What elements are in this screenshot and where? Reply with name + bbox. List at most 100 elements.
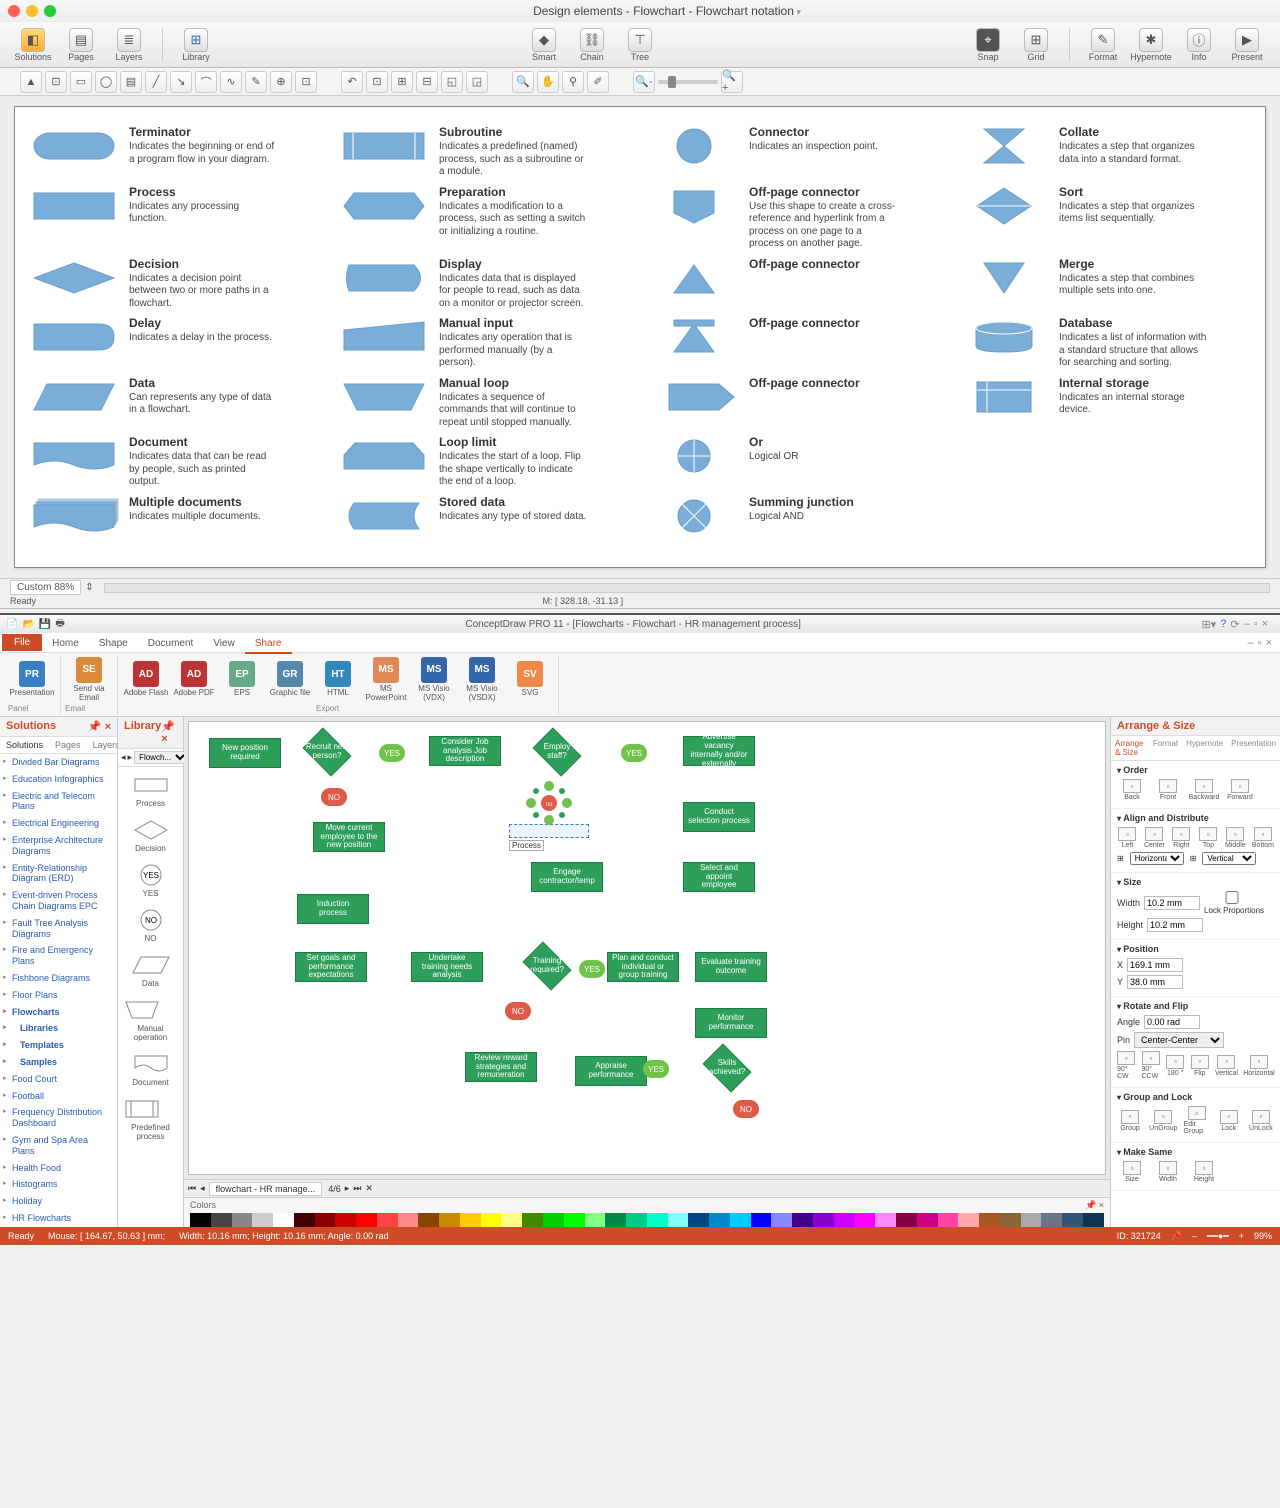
present-button[interactable]: ▶Present [1224,28,1270,62]
zoom-dropdown[interactable]: Custom 88% [10,580,81,595]
solution-fishbone-diagrams[interactable]: Fishbone Diagrams [0,970,117,987]
rect-tool[interactable]: ▭ [70,71,92,93]
grouplock-row-unlock[interactable]: ▫UnLock [1248,1110,1274,1132]
design-canvas[interactable]: TerminatorIndicates the beginning or end… [14,106,1266,568]
grid-button[interactable]: ⊞Grid [1013,28,1059,62]
node-conduct-selection-proces[interactable]: Conduct selection process [683,802,755,832]
library-shape-manual-operation[interactable]: Manual operation [120,996,181,1048]
angle-input[interactable] [1144,1015,1200,1029]
ellipse-tool[interactable]: ◯ [95,71,117,93]
align-row-center[interactable]: ▫Center [1144,827,1165,849]
front-button[interactable]: ◱ [441,71,463,93]
hand-tool[interactable]: ✋ [537,71,559,93]
order-row-backward[interactable]: ▫Backward [1189,779,1219,801]
grouplock-row-group[interactable]: ▫Group [1117,1110,1143,1132]
doc-min-icon[interactable]: – [1248,637,1254,649]
solution-football[interactable]: Football [0,1088,117,1105]
undo-button[interactable]: ↶ [341,71,363,93]
swatch[interactable] [1083,1213,1104,1227]
page-last-icon[interactable]: ⏭ [353,1183,361,1194]
pin-select[interactable]: Center-Center [1134,1032,1224,1048]
order-row-front[interactable]: ▫Front [1153,779,1183,801]
quick-new-icon[interactable]: 📄 [6,619,18,630]
swatch[interactable] [813,1213,834,1227]
solution-education-infographics[interactable]: Education Infographics [0,771,117,788]
align-row-top[interactable]: ▫Top [1198,827,1219,849]
swatch[interactable] [688,1213,709,1227]
node-evaluate-training-outcom[interactable]: Evaluate training outcome [695,952,767,982]
swatch[interactable] [896,1213,917,1227]
arrange-tab-format[interactable]: Format [1149,736,1182,760]
ribbon-eps[interactable]: EPEPS [218,655,266,704]
arc-tool[interactable]: ⌒ [195,71,217,93]
quick-save-icon[interactable]: 💾 [39,619,51,630]
format-painter[interactable]: ✐ [587,71,609,93]
solutions-button[interactable]: ◧Solutions [10,28,56,62]
stamp-tool[interactable]: ⊕ [270,71,292,93]
swatch[interactable] [1000,1213,1021,1227]
solution-histograms[interactable]: Histograms [0,1176,117,1193]
solution-electric-and-telecom-plans[interactable]: Electric and Telecom Plans [0,788,117,816]
rotflip-row-horizontal[interactable]: ▫Horizontal [1244,1055,1274,1077]
solution-fault-tree-analysis-diagrams[interactable]: Fault Tree Analysis Diagrams [0,915,117,943]
page-first-icon[interactable]: ⏮ [188,1183,196,1194]
order-row-forward[interactable]: ▫Forward [1225,779,1255,801]
menu-shape[interactable]: Shape [89,635,138,652]
node-appraise-performance[interactable]: Appraise performance [575,1056,647,1086]
diagram-canvas[interactable]: Process no New position requiredRecruit … [188,721,1106,1175]
solutions-tab-pages[interactable]: Pages [49,737,87,753]
swatch[interactable] [979,1213,1000,1227]
swatch[interactable] [605,1213,626,1227]
ribbon-presentation[interactable]: PRPresentation [8,655,56,704]
swatch[interactable] [668,1213,689,1227]
ribbon-svg[interactable]: SVSVG [506,655,554,704]
solution-hr-flowcharts[interactable]: HR Flowcharts [0,1210,117,1227]
redo-button[interactable]: ⊡ [366,71,388,93]
swatch[interactable] [917,1213,938,1227]
back-button[interactable]: ◲ [466,71,488,93]
spline-tool[interactable]: ∿ [220,71,242,93]
close-icon[interactable] [8,5,20,17]
page-tab[interactable]: flowchart - HR manage... [209,1182,323,1196]
solution-sub-samples[interactable]: Samples [0,1054,117,1071]
swatch[interactable] [730,1213,751,1227]
grouplock-row-ungroup[interactable]: ▫UnGroup [1149,1110,1177,1132]
node-employ-staff-[interactable]: Employ staff? [529,732,585,772]
ungroup-button[interactable]: ⊟ [416,71,438,93]
node-training-required-[interactable]: Training required? [519,946,575,986]
help-icon[interactable]: ? [1220,618,1226,631]
swatch[interactable] [232,1213,253,1227]
solution-food-court[interactable]: Food Court [0,1071,117,1088]
node-new-position-required[interactable]: New position required [209,738,281,768]
smart-button[interactable]: ◆Smart [521,28,567,62]
h-scrollbar[interactable] [104,583,1270,593]
swatch[interactable] [543,1213,564,1227]
status-zoom-out[interactable]: – [1192,1231,1197,1242]
quick-print-icon[interactable]: 🖶 [55,616,64,633]
order-row-back[interactable]: ▫Back [1117,779,1147,801]
node-review-reward-strategies[interactable]: Review reward strategies and remuneratio… [465,1052,537,1082]
rotflip-row-vertical[interactable]: ▫Vertical [1215,1055,1238,1077]
swatch[interactable] [1041,1213,1062,1227]
swatch[interactable] [1021,1213,1042,1227]
ribbon-ms-visio-vdx-[interactable]: MSMS Visio (VDX) [410,655,458,704]
node-consider-job-analysis-jo[interactable]: Consider Job analysis Job description [429,736,501,766]
ribbon-adobe-pdf[interactable]: ADAdobe PDF [170,655,218,704]
swatch[interactable] [211,1213,232,1227]
node-plan-and-conduct-individ[interactable]: Plan and conduct individual or group tra… [607,952,679,982]
connector-tool[interactable]: ↘ [170,71,192,93]
lib-pin-icon[interactable]: 📌 × [161,720,177,745]
arrange-tab-presentation[interactable]: Presentation [1227,736,1280,760]
swatch[interactable] [315,1213,336,1227]
pill-yes[interactable]: YES [579,960,605,978]
zoom-out-button[interactable]: 🔍- [633,71,655,93]
swatch[interactable] [855,1213,876,1227]
align-row-middle[interactable]: ▫Middle [1225,827,1246,849]
swatch[interactable] [1062,1213,1083,1227]
eyedrop-tool[interactable]: ⚲ [562,71,584,93]
minimize-icon[interactable] [26,5,38,17]
swatch[interactable] [771,1213,792,1227]
swatch[interactable] [958,1213,979,1227]
solution-holiday[interactable]: Holiday [0,1193,117,1210]
solution-floor-plans[interactable]: Floor Plans [0,987,117,1004]
